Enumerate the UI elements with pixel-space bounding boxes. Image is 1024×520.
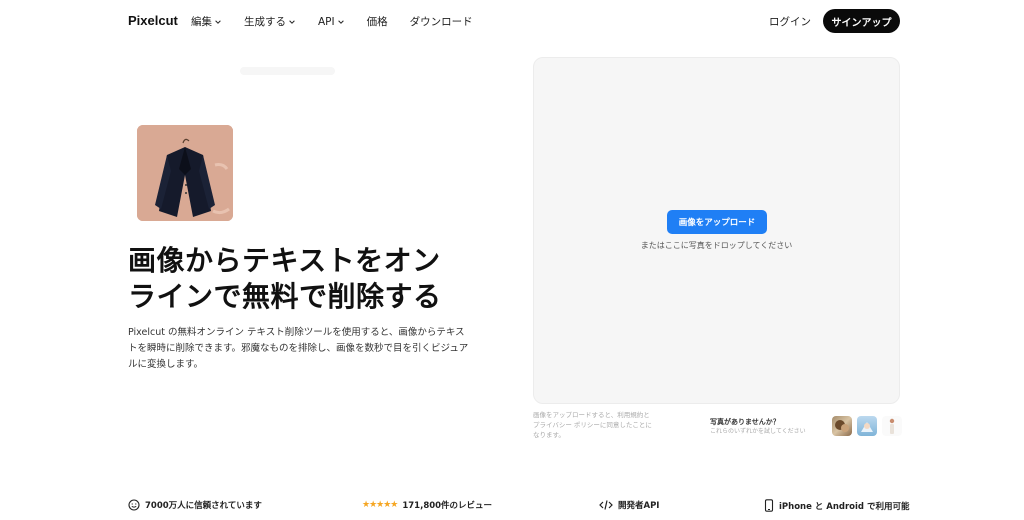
logo[interactable]: Pixelcut [128,13,178,28]
sample-photo-1[interactable] [832,416,852,436]
feature-label: 7000万人に信頼されています [145,501,262,511]
smile-icon [128,499,140,511]
feature-reviews: ★★★★★ 171,800件のレビュー [362,499,492,511]
sample-photo-icon [835,420,849,432]
terms-notice: 画像をアップロードすると、利用規約とプライバシー ポリシーに同意したことになりま… [533,411,652,439]
chevron-down-icon [337,19,344,24]
nav-item-api[interactable]: API [318,14,345,29]
phone-icon [764,499,774,512]
upload-image-button[interactable]: 画像をアップロード [667,210,767,234]
chevron-down-icon [289,19,295,24]
hero-jacket-image [137,125,233,221]
no-photo-subtitle: これらのいずれかを試してください [710,428,806,435]
nav-item-label: 価格 [366,16,388,28]
nav-item-pricing[interactable]: 価格 [367,14,388,29]
nav-item-label: API [318,15,335,28]
sample-photo-2[interactable] [857,416,877,436]
nav-item-label: 編集 [191,16,212,28]
sample-photo-icon [861,422,873,432]
main-nav: 編集 生成する API 価格 ダウンロード [191,14,495,29]
top-nav-bar: Pixelcut 編集 生成する API 価格 ダウンロード ログイン サインア… [0,0,1024,42]
hero-description: Pixelcut の無料オンライン テキスト削除ツールを使用すると、画像からテキ… [128,327,469,370]
code-icon [599,500,613,510]
feature-mobile[interactable]: iPhone と Android で利用可能 [764,499,909,512]
decorative-bar [240,67,335,75]
nav-item-generate[interactable]: 生成する [244,14,296,29]
feature-label: iPhone と Android で利用可能 [779,501,910,512]
feature-label: 171,800件のレビュー [402,501,493,511]
jacket-photo-icon [137,125,233,221]
sample-photo-3[interactable] [882,416,902,436]
feature-trusted: 7000万人に信頼されています [128,499,262,511]
feature-developer-api[interactable]: 開発者API [599,499,659,511]
chevron-down-icon [215,19,221,24]
nav-item-download[interactable]: ダウンロード [410,14,473,29]
nav-item-label: 生成する [244,16,286,28]
nav-item-edit[interactable]: 編集 [191,14,222,29]
star-rating-icon: ★★★★★ [362,500,398,510]
login-link[interactable]: ログイン [769,14,811,29]
feature-label: 開発者API [618,501,660,511]
nav-item-label: ダウンロード [409,16,473,28]
page-title: 画像からテキストをオンラインで無料で削除する [128,244,442,313]
drop-hint: またはここに写真をドロップしてください [640,241,793,250]
signup-button[interactable]: サインアップ [823,9,900,33]
sample-photo-icon [889,418,895,434]
